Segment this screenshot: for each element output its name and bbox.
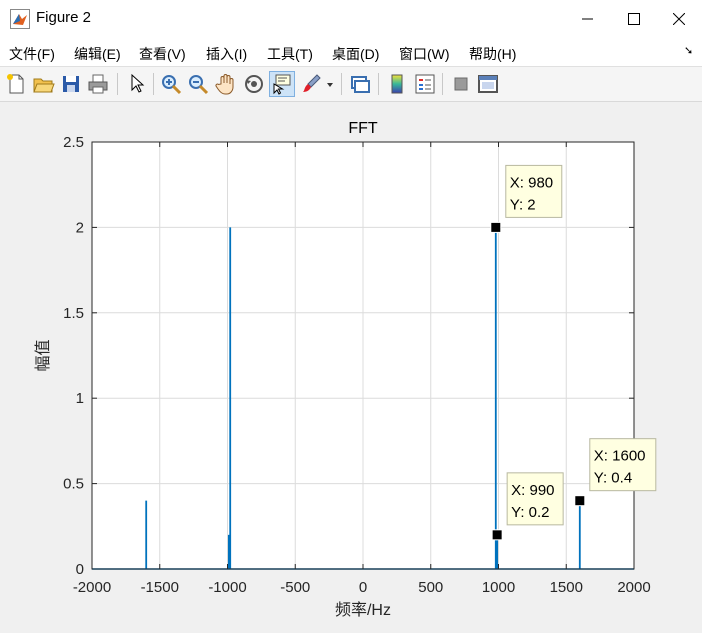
brush-dropdown-icon[interactable]: [324, 72, 336, 96]
open-file-icon[interactable]: [31, 72, 55, 96]
data-cursor-icon[interactable]: [269, 71, 295, 97]
x-tick-label: 1500: [550, 579, 583, 596]
new-figure-icon[interactable]: [4, 72, 28, 96]
x-tick-label: -1000: [208, 579, 246, 596]
pan-hand-icon[interactable]: [214, 72, 238, 96]
x-axis-label: 频率/Hz: [335, 601, 391, 619]
x-tick-label: 2000: [617, 579, 650, 596]
datatip-marker: [491, 529, 503, 541]
close-icon: [673, 13, 685, 25]
toolbar-separator: [153, 73, 154, 95]
minimize-button[interactable]: [565, 0, 611, 38]
maximize-button[interactable]: [611, 0, 657, 38]
fft-chart[interactable]: -2000 -1500 -1000 -500 0 500 1000 1500 2000 0 0.5 1…: [0, 102, 702, 628]
toolbar-separator: [117, 73, 118, 95]
chart-title: FFT: [348, 120, 378, 137]
minimize-icon: [582, 18, 593, 20]
title-bar: Figure 2: [0, 0, 702, 38]
y-tick-label: 0.5: [63, 476, 84, 493]
legend-icon[interactable]: [413, 72, 437, 96]
menu-desktop[interactable]: 桌面(D): [332, 44, 379, 64]
maximize-icon: [628, 13, 640, 25]
close-button[interactable]: [656, 0, 702, 38]
menu-help[interactable]: 帮助(H): [469, 44, 516, 64]
x-tick-label: -500: [280, 579, 310, 596]
x-tick-label: -1500: [141, 579, 179, 596]
zoom-in-icon[interactable]: [159, 72, 183, 96]
y-tick-label: 1.5: [63, 305, 84, 322]
hide-plot-tools-icon[interactable]: [449, 72, 473, 96]
menu-file[interactable]: 文件(F): [9, 44, 55, 64]
datatip-x-label: X: 1600: [594, 448, 646, 465]
figure-toolbar: [0, 67, 702, 102]
pointer-icon[interactable]: [124, 72, 148, 96]
y-tick-label: 0: [76, 561, 84, 578]
x-tick-label: 500: [418, 579, 443, 596]
menu-bar: 文件(F) 编辑(E) 查看(V) 插入(I) 工具(T) 桌面(D) 窗口(W…: [0, 38, 702, 67]
datatip-marker: [574, 495, 586, 507]
datatip-x-label: X: 980: [510, 174, 553, 191]
y-tick-label: 2.5: [63, 134, 84, 151]
print-icon[interactable]: [86, 72, 110, 96]
menu-tools[interactable]: 工具(T): [267, 44, 313, 64]
link-plot-icon[interactable]: [348, 72, 372, 96]
matlab-logo-icon: [10, 9, 30, 29]
menu-view[interactable]: 查看(V): [139, 44, 186, 64]
save-icon[interactable]: [59, 72, 83, 96]
datatip-y-label: Y: 0.4: [594, 470, 632, 487]
zoom-out-icon[interactable]: [186, 72, 210, 96]
show-plot-tools-icon[interactable]: [476, 72, 500, 96]
brush-icon[interactable]: [299, 72, 323, 96]
toolbar-separator: [442, 73, 443, 95]
figure-canvas: -2000 -1500 -1000 -500 0 500 1000 1500 2000 0 0.5 1…: [0, 102, 702, 628]
window-title: Figure 2: [36, 9, 92, 26]
menu-edit[interactable]: 编辑(E): [74, 44, 121, 64]
datatip-y-label: Y: 2: [510, 196, 536, 213]
rotate-3d-icon[interactable]: [242, 72, 266, 96]
x-tick-label: 1000: [482, 579, 515, 596]
y-tick-label: 2: [76, 219, 84, 236]
toolbar-separator: [378, 73, 379, 95]
x-tick-label: -2000: [73, 579, 111, 596]
colorbar-icon[interactable]: [385, 72, 409, 96]
toolbar-separator: [341, 73, 342, 95]
dock-arrow-icon[interactable]: ➘: [684, 44, 693, 57]
datatip-y-label: Y: 0.2: [511, 504, 549, 521]
datatip-marker: [490, 221, 502, 233]
datatip-x-label: X: 990: [511, 482, 554, 499]
x-tick-label: 0: [359, 579, 367, 596]
y-axis-label: 幅值: [34, 339, 52, 371]
menu-insert[interactable]: 插入(I): [206, 44, 247, 64]
menu-window[interactable]: 窗口(W): [399, 44, 450, 64]
y-tick-label: 1: [76, 390, 84, 407]
